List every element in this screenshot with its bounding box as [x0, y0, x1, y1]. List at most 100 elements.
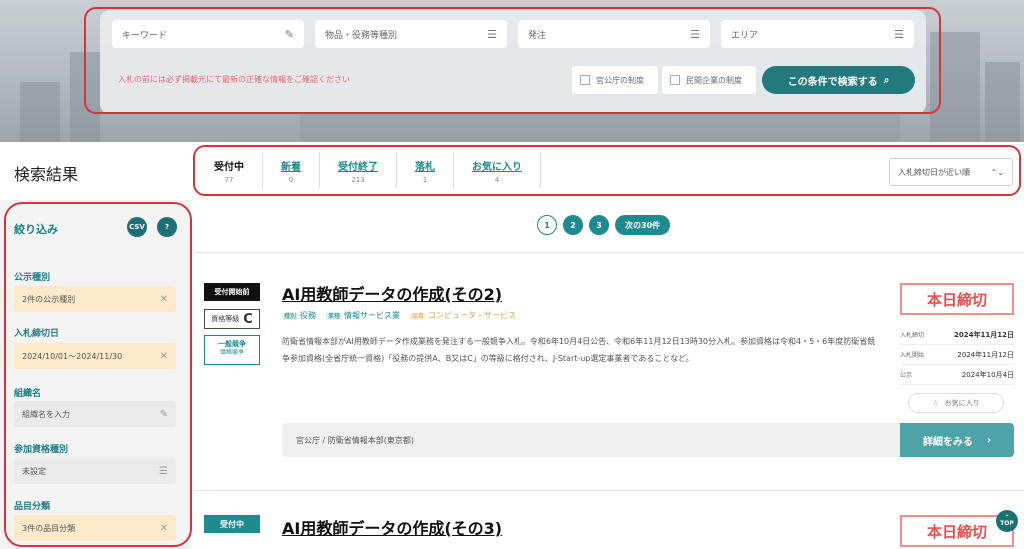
tab-count: 4 — [494, 176, 500, 184]
category-value: コンピュータ・サービス — [428, 311, 517, 320]
category-tags: 種別 役務 業種 情報サービス業 品目 コンピュータ・サービス — [282, 310, 516, 321]
date-label: 公示 — [900, 372, 913, 379]
filter-label-item-class: 品目分類 — [14, 502, 51, 512]
method-badge: 一般競争 価格競争 — [204, 335, 260, 365]
date-row: 入札締切 2024年11月12日 — [900, 325, 1014, 345]
keyword-input[interactable]: キーワード ✎ — [112, 20, 304, 48]
date-value: 2024年11月12日 — [957, 350, 1014, 359]
clear-icon[interactable]: ✕ — [160, 523, 168, 534]
search-icon: ⌕ — [883, 74, 890, 86]
tab-new[interactable]: 新着 0 — [263, 152, 320, 188]
date-label: 入札開始 — [900, 352, 925, 359]
tab-open[interactable]: 受付中 77 — [196, 152, 263, 188]
category-tag[interactable]: 品目 コンピュータ・サービス — [410, 310, 516, 321]
grade-badge: 資格等級 C — [204, 309, 260, 329]
category-select[interactable]: 物品・役務等種別 ☰ — [315, 20, 507, 48]
csv-download-button[interactable]: CSV — [127, 217, 147, 237]
private-checkbox[interactable]: 民間企業の制度 — [662, 66, 756, 94]
detail-button-label: 詳細をみる — [922, 436, 973, 448]
page-button[interactable]: 3 — [589, 215, 609, 235]
tab-count: 0 — [288, 176, 294, 184]
category-value: 役務 — [300, 311, 317, 320]
favorite-label: お気に入り — [944, 399, 980, 407]
date-value: 2024年11月12日 — [954, 330, 1014, 339]
status-badge: 受付開始前 — [204, 283, 260, 301]
filter-label-org: 組織名 — [14, 389, 42, 399]
next-page-button[interactable]: 次の30件 — [615, 215, 671, 235]
org-bar: 官公庁 / 防衛省情報本部(東京都) — [282, 423, 902, 457]
pencil-icon: ✎ — [284, 27, 294, 41]
category-tag[interactable]: 業種 情報サービス業 — [326, 310, 400, 321]
date-value: 2024年10月4日 — [961, 370, 1014, 379]
filter-label-deadline: 入札締切日 — [14, 329, 60, 339]
filter-label-notice-type: 公示種別 — [14, 273, 51, 283]
filter-item-class[interactable]: 3件の品目分類 ✕ — [14, 515, 176, 541]
tab-awarded[interactable]: 落札 1 — [397, 152, 454, 188]
issuer-placeholder: 発注 — [528, 30, 547, 41]
help-button[interactable]: ? — [157, 217, 177, 237]
filter-value: 未設定 — [22, 466, 46, 476]
page-button[interactable]: 2 — [563, 215, 583, 235]
sort-select[interactable]: 入札締切日が近い順 ⌃⌄ — [889, 158, 1013, 186]
private-checkbox-label: 民間企業の制度 — [686, 75, 742, 85]
background-building — [985, 62, 1020, 142]
checkbox-icon — [580, 75, 590, 85]
category-tag[interactable]: 種別 役務 — [282, 310, 316, 321]
filter-deadline[interactable]: 2024/10/01〜2024/11/30 ✕ — [14, 343, 176, 369]
pagination: 1 2 3 次の30件 — [537, 215, 671, 235]
menu-icon: ☰ — [487, 27, 497, 41]
category-kind: 種別 — [282, 313, 299, 320]
status-badge: 受付中 — [204, 515, 260, 533]
status-tabs: 受付中 77 新着 0 受付終了 213 落札 1 お気に入り 4 — [196, 152, 541, 192]
clear-icon[interactable]: ✕ — [160, 351, 168, 362]
method-label: 一般競争 — [218, 340, 246, 348]
keyword-placeholder: キーワード — [122, 30, 168, 41]
search-button[interactable]: この条件で検索する ⌕ — [762, 66, 915, 94]
menu-icon: ☰ — [690, 27, 700, 41]
filter-value: 組織名を入力 — [22, 409, 70, 419]
filter-sidebar: 絞り込み CSV ? 公示種別 2件の公示種別 ✕ 入札締切日 2024/10/… — [0, 200, 190, 549]
tab-closed[interactable]: 受付終了 213 — [320, 152, 397, 188]
area-placeholder: エリア — [731, 30, 759, 41]
category-placeholder: 物品・役務等種別 — [325, 30, 398, 41]
tab-count: 213 — [351, 176, 365, 184]
detail-button[interactable]: 詳細をみる › — [900, 423, 1014, 457]
issuer-select[interactable]: 発注 ☰ — [518, 20, 710, 48]
filter-title: 絞り込み — [14, 223, 58, 236]
tab-label: 落札 — [415, 162, 435, 173]
sort-label: 入札締切日が近い順 — [898, 167, 970, 177]
filter-label-qualification: 参加資格種別 — [14, 445, 69, 455]
top-label: TOP — [1000, 520, 1014, 527]
page-button[interactable]: 1 — [537, 215, 557, 235]
favorite-button[interactable]: ☆ お気に入り — [908, 393, 1004, 413]
checkbox-icon — [670, 75, 680, 85]
filter-value: 2024/10/01〜2024/11/30 — [22, 351, 123, 361]
hero-banner: キーワード ✎ 物品・役務等種別 ☰ 発注 ☰ エリア ☰ 入札の前には必ず掲載… — [0, 0, 1024, 142]
chevron-right-icon: › — [986, 434, 992, 446]
menu-icon: ☰ — [894, 27, 904, 41]
filter-value: 2件の公示種別 — [22, 294, 76, 304]
background-building — [70, 52, 100, 142]
background-building — [20, 82, 60, 142]
clear-icon[interactable]: ✕ — [160, 294, 168, 305]
card-title[interactable]: AI用教師データの作成(その3) — [282, 515, 502, 539]
category-kind: 業種 — [326, 313, 343, 320]
card-title[interactable]: AI用教師データの作成(その2) — [282, 281, 502, 305]
result-card: 受付中 AI用教師データの作成(その3) 本日締切 — [194, 490, 1024, 549]
tab-favorites[interactable]: お気に入り 4 — [454, 152, 541, 188]
pencil-icon: ✎ — [159, 408, 168, 420]
area-select[interactable]: エリア ☰ — [721, 20, 914, 48]
filter-org-input[interactable]: 組織名を入力 ✎ — [14, 401, 176, 427]
tab-label: 受付終了 — [338, 162, 378, 173]
filter-qualification[interactable]: 未設定 ☰ — [14, 458, 176, 484]
category-kind: 品目 — [410, 313, 427, 320]
date-label: 入札締切 — [900, 332, 925, 339]
filter-notice-type[interactable]: 2件の公示種別 ✕ — [14, 286, 176, 312]
tab-label: 受付中 — [214, 162, 244, 173]
background-skyline — [300, 114, 900, 142]
result-card: 受付開始前 資格等級 C 一般競争 価格競争 AI用教師データの作成(その2) … — [194, 252, 1024, 482]
category-value: 情報サービス業 — [344, 311, 401, 320]
gov-checkbox[interactable]: 官公庁の制度 — [572, 66, 658, 94]
gov-checkbox-label: 官公庁の制度 — [596, 75, 644, 85]
scroll-top-button[interactable]: ⌃ TOP — [996, 510, 1018, 532]
